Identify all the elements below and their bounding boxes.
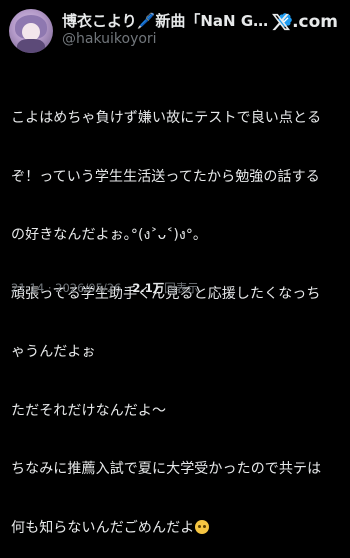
tweet-text: こよはめちゃ負けず嫌い故にテストで良い点とる ぞ！っていう学生生活送ってたから勉… (11, 70, 343, 558)
x-logo-icon (272, 13, 291, 31)
tweet-line-text: 何も知らないんだごめんだよ (11, 519, 195, 536)
author-display-name[interactable]: 博衣こより🖊️新曲「NaN GAM… (62, 10, 274, 30)
tweet-line: の好きなんだよぉ｡°(ง˃ᴗ˂)ง°｡ (11, 227, 201, 243)
meta-separator: · (125, 281, 129, 295)
views-label: 回表示 (164, 281, 199, 295)
tweet-line: ただそれだけなんだよ〜 (11, 402, 167, 419)
meta-separator: · (47, 281, 52, 295)
author-name-row[interactable]: 博衣こより🖊️新曲「NaN GAM… (62, 10, 297, 30)
x-brand-mark: .com (271, 12, 338, 32)
tweet-time[interactable]: 21:14 (11, 281, 44, 295)
tweet-date[interactable]: 2026/05/26 (55, 281, 121, 295)
tweet-meta: 21:14 · 2026/05/26 · 2.1万回表示 (11, 280, 199, 296)
brand-text: .com (292, 12, 338, 32)
views-count: 2.1万 (132, 281, 165, 295)
tweet-line: ぞ！っていう学生生活送ってたから勉強の話する (11, 168, 320, 185)
pleading-face-emoji-icon (195, 519, 210, 534)
tweet-line: ちなみに推薦入試で夏に大学受かったので共テは (11, 461, 322, 477)
author-handle[interactable]: @hakuikoyori (62, 31, 157, 47)
avatar[interactable] (9, 9, 53, 53)
tweet-line: ゃうんだよぉ (11, 344, 96, 360)
tweet-line: こよはめちゃ負けず嫌い故にテストで良い点とる (11, 110, 322, 126)
avatar-body (17, 39, 45, 53)
tweet-line-last: 何も知らないんだごめんだよ (11, 519, 343, 539)
